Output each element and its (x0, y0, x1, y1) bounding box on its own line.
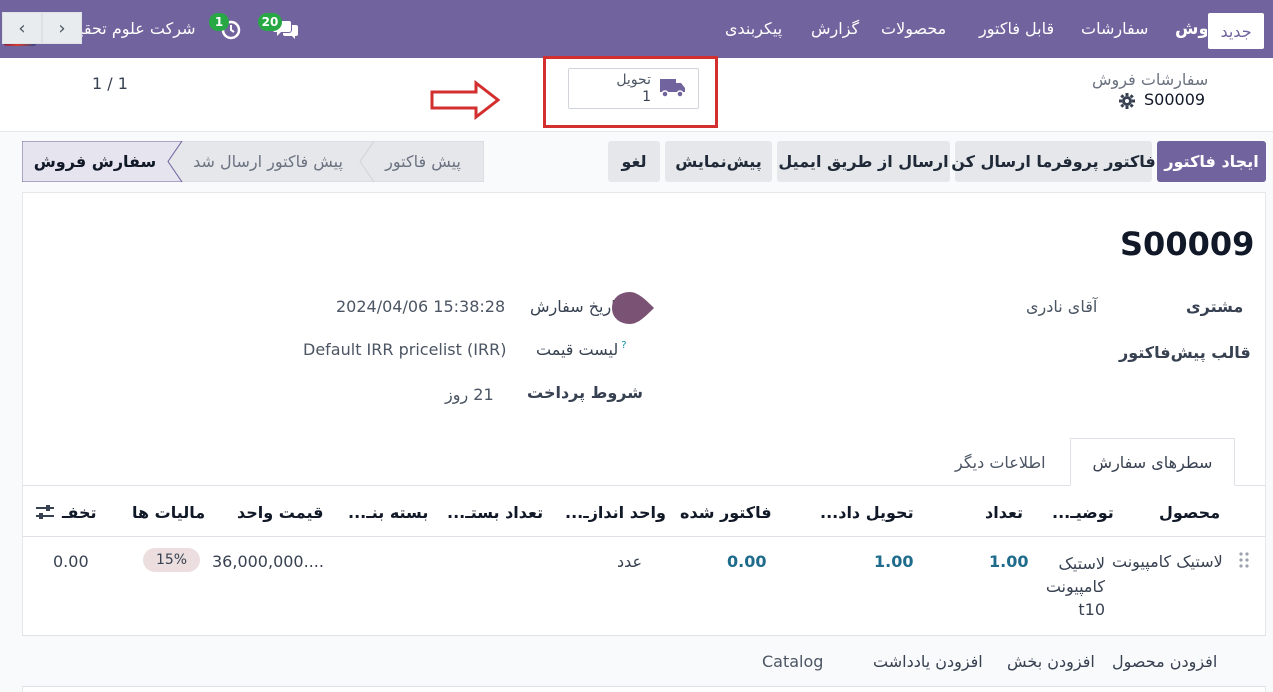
customer-field[interactable]: آقای نادری (1026, 297, 1097, 316)
cursor-blob-icon (612, 292, 654, 324)
tab-order-lines[interactable]: سطرهای سفارش (1070, 438, 1235, 486)
description-line: کامپیونت (1045, 577, 1105, 596)
delivery-count: 1 (642, 89, 651, 105)
cell-delivered[interactable]: 1.00 (874, 552, 913, 571)
col-product[interactable]: محصول (1159, 503, 1220, 522)
add-section-link[interactable]: افزودن بخش (1007, 652, 1095, 671)
catalog-link[interactable]: Catalog (762, 652, 823, 671)
drag-handle-icon[interactable] (1238, 551, 1250, 569)
payment-terms-label: شروط پرداخت (527, 383, 643, 402)
col-delivered[interactable]: تحویل داد... (820, 503, 914, 522)
delivery-label: تحویل (616, 72, 651, 88)
cell-quantity[interactable]: 1.00 (989, 552, 1028, 571)
order-date-field[interactable]: 2024/04/06 15:38:28 (336, 297, 505, 316)
chevron-right-icon: › (58, 17, 66, 39)
cell-invoiced[interactable]: 0.00 (727, 552, 766, 571)
truck-icon (660, 79, 685, 98)
cell-discount[interactable]: 0.00 (53, 552, 89, 571)
menu-configuration[interactable]: پیکربندی (725, 19, 782, 38)
payment-terms-field[interactable]: 21 روز (445, 385, 494, 404)
stage-quotation[interactable]: پیش فاکتور (368, 141, 478, 182)
description-line: لاستیک (1058, 554, 1105, 573)
optional-columns-icon[interactable] (35, 503, 55, 521)
pricelist-field[interactable]: Default IRR pricelist (IRR) (303, 340, 506, 359)
send-proforma-button[interactable]: فاکتور پروفرما ارسال کن (951, 141, 1156, 182)
help-icon[interactable]: ? (621, 340, 626, 351)
cell-description[interactable]: لاستیک کامپیونت t10 (1040, 552, 1105, 621)
top-navbar: فروش سفارشات قابل فاکتور محصولات گزارش پ… (0, 0, 1273, 58)
gear-icon[interactable] (1119, 93, 1135, 109)
pricelist-label: ?لیست قیمت (536, 340, 627, 359)
record-name: S00009 (1144, 90, 1206, 109)
menu-products[interactable]: محصولات (881, 19, 946, 38)
cell-product[interactable]: لاستیک کامپیونت (1112, 552, 1223, 571)
pager-next-button[interactable]: › (42, 12, 82, 44)
breadcrumb-parent[interactable]: سفارشات فروش (1092, 70, 1208, 89)
message-count-badge: 20 (258, 13, 282, 31)
tab-other-info[interactable]: اطلاعات دیگر (955, 453, 1046, 472)
annotation-arrow-icon (430, 80, 501, 120)
tax-badge[interactable]: 15% (143, 548, 200, 572)
pager-prev-button[interactable]: ‹ (2, 12, 42, 44)
pager-value[interactable]: 1 / 1 (92, 74, 128, 93)
customer-label: مشتری (1186, 297, 1244, 316)
send-email-button[interactable]: ارسال از طریق ایمیل (777, 141, 950, 182)
cell-unit-price[interactable]: 36,000,000.... (212, 552, 324, 571)
add-product-link[interactable]: افزودن محصول (1112, 652, 1217, 671)
cell-uom[interactable]: عدد (617, 552, 642, 571)
cancel-button[interactable]: لغو (608, 141, 660, 182)
create-invoice-button[interactable]: ایجاد فاکتور (1157, 141, 1266, 182)
description-line: t10 (1078, 600, 1105, 619)
menu-to-invoice[interactable]: قابل فاکتور (979, 19, 1054, 38)
activity-count-badge: 1 (209, 13, 229, 31)
col-description[interactable]: توضیـ... (1052, 503, 1114, 522)
stage-sale-order[interactable]: سفارش فروش (22, 141, 168, 182)
col-discount[interactable]: تخفـ (62, 503, 97, 522)
col-packaging-qty[interactable]: تعداد بستـ... (447, 503, 543, 522)
page-title: S00009 (1120, 225, 1255, 263)
bottom-divider (22, 686, 1266, 687)
new-button[interactable]: جدید (1207, 12, 1265, 50)
stage-quotation-sent[interactable]: پیش فاکتور ارسال شد (176, 141, 360, 182)
col-invoiced[interactable]: فاکتور شده (680, 503, 772, 522)
preview-button[interactable]: پیش‌نمایش (665, 141, 772, 182)
col-taxes[interactable]: مالیات ها (132, 503, 205, 522)
menu-orders[interactable]: سفارشات (1081, 19, 1148, 38)
col-unit-price[interactable]: قیمت واحد (237, 503, 323, 522)
col-packaging[interactable]: بسته بنـ... (348, 503, 428, 522)
delivery-smart-button[interactable]: تحویل 1 (568, 68, 699, 109)
col-uom[interactable]: واحد اندازـ... (565, 503, 666, 522)
chevron-left-icon: ‹ (18, 17, 26, 39)
col-quantity[interactable]: تعداد (985, 503, 1023, 522)
add-note-link[interactable]: افزودن یادداشت (873, 652, 983, 671)
menu-reporting[interactable]: گزارش (811, 19, 859, 38)
template-label: قالب پیش‌فاکتور (1119, 343, 1251, 362)
